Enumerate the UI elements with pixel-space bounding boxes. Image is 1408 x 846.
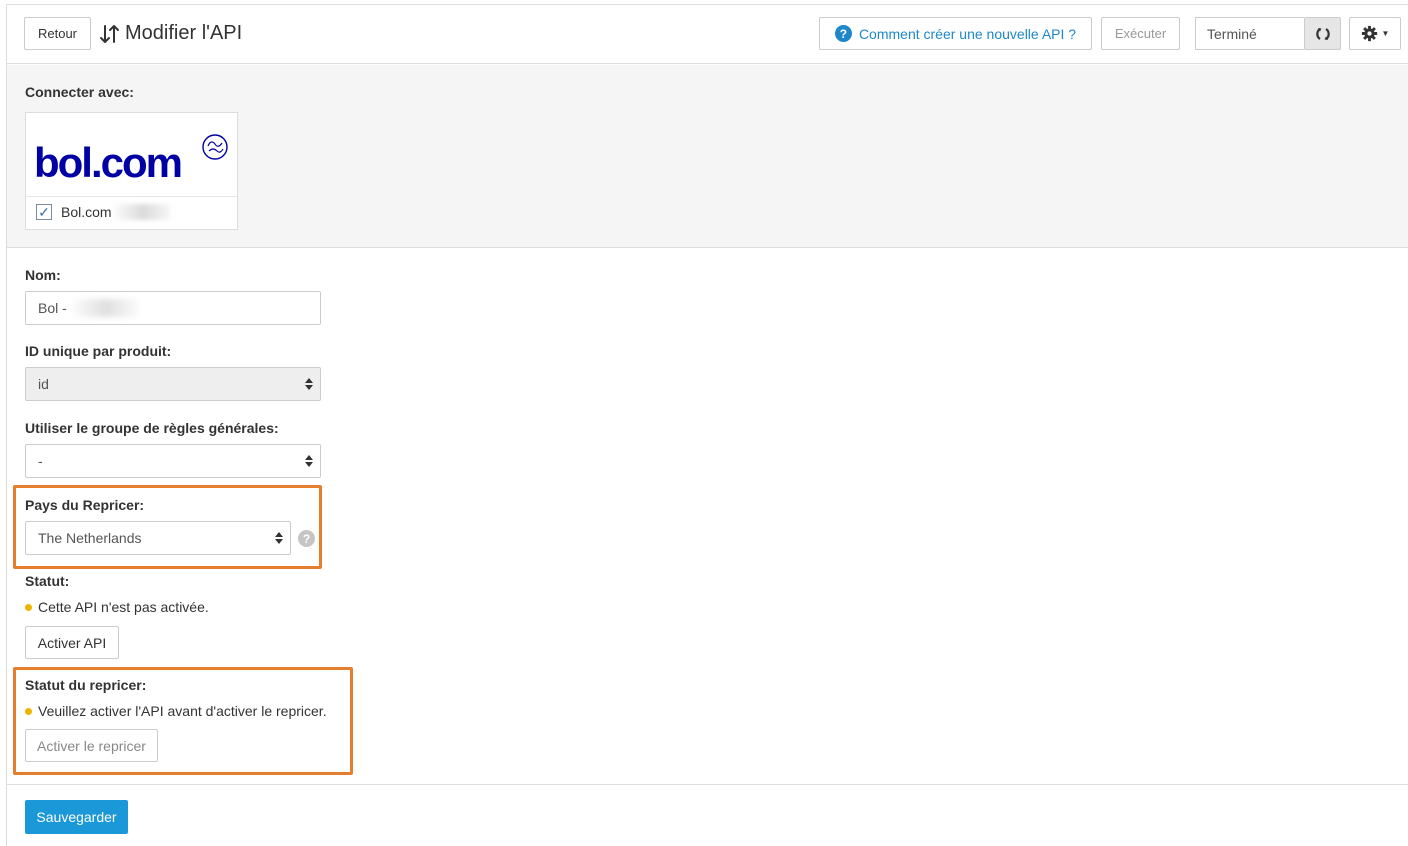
select-arrows-icon bbox=[305, 455, 313, 467]
repricer-status-text: Veuillez activer l'API avant d'activer l… bbox=[25, 703, 327, 719]
select-arrows-icon bbox=[305, 378, 313, 390]
connect-section: Connecter avec: bol.com ✓ Bol.com bbox=[7, 65, 1408, 248]
back-button[interactable]: Retour bbox=[24, 17, 91, 50]
help-create-api-label: Comment créer une nouvelle API ? bbox=[858, 25, 1077, 42]
channel-option-label: Bol.com bbox=[61, 204, 112, 220]
checkbox-checked[interactable]: ✓ bbox=[36, 204, 52, 220]
rule-group-select[interactable]: - bbox=[25, 444, 321, 478]
gear-icon bbox=[1361, 25, 1377, 42]
name-input[interactable]: Bol - bbox=[25, 291, 321, 325]
connect-label: Connecter avec: bbox=[25, 84, 134, 100]
repricer-country-select[interactable]: The Netherlands bbox=[25, 521, 291, 555]
status-dot-icon bbox=[25, 707, 32, 715]
footer-divider bbox=[7, 784, 1408, 785]
question-circle-icon[interactable]: ? bbox=[298, 530, 315, 547]
repricer-country-label: Pays du Repricer: bbox=[25, 497, 145, 513]
page-title-text: Modifier l'API bbox=[125, 22, 243, 44]
settings-dropdown-button[interactable]: ▼ bbox=[1349, 17, 1401, 50]
repricer-status-label: Statut du repricer: bbox=[25, 677, 147, 693]
page: Retour Modifier l'API ? Comment créer un… bbox=[6, 4, 1408, 846]
status-field: Terminé bbox=[1195, 17, 1304, 50]
help-create-api-button[interactable]: ? Comment créer une nouvelle API ? bbox=[819, 17, 1092, 50]
sort-arrows-icon bbox=[100, 24, 119, 43]
refresh-icon bbox=[1315, 27, 1330, 40]
logo-wordmark: bol.com bbox=[34, 139, 181, 186]
channel-option[interactable]: ✓ Bol.com bbox=[36, 204, 171, 220]
page-title: Modifier l'API bbox=[99, 22, 242, 45]
unique-id-label: ID unique par produit: bbox=[25, 343, 172, 359]
redacted-blur bbox=[114, 204, 171, 220]
api-status-message: Cette API n'est pas activée. bbox=[38, 599, 209, 615]
rule-group-select-value: - bbox=[38, 453, 43, 469]
activate-repricer-button[interactable]: Activer le repricer bbox=[25, 729, 158, 762]
channel-card-bol[interactable]: bol.com ✓ Bol.com bbox=[25, 112, 238, 230]
header-bar: Retour Modifier l'API ? Comment créer un… bbox=[7, 5, 1408, 64]
status-label: Statut: bbox=[25, 573, 70, 589]
refresh-button[interactable] bbox=[1304, 17, 1341, 50]
name-input-value: Bol - bbox=[38, 300, 67, 316]
repricer-status-message: Veuillez activer l'API avant d'activer l… bbox=[38, 703, 327, 719]
status-dot-icon bbox=[25, 603, 32, 611]
api-status-text: Cette API n'est pas activée. bbox=[25, 599, 209, 615]
unique-id-select-value: id bbox=[38, 376, 49, 392]
unique-id-select[interactable]: id bbox=[25, 367, 321, 401]
select-arrows-icon bbox=[275, 532, 283, 544]
repricer-country-select-value: The Netherlands bbox=[38, 530, 142, 546]
name-label: Nom: bbox=[25, 267, 61, 283]
rule-group-label: Utiliser le groupe de règles générales: bbox=[25, 420, 279, 436]
caret-down-icon: ▼ bbox=[1381, 29, 1390, 38]
bol-com-logo: bol.com bbox=[26, 113, 237, 197]
save-button[interactable]: Sauvegarder bbox=[25, 800, 128, 834]
question-circle-icon: ? bbox=[834, 25, 852, 42]
redacted-blur bbox=[72, 299, 139, 317]
execute-button[interactable]: Exécuter bbox=[1101, 17, 1180, 50]
activate-api-button[interactable]: Activer API bbox=[25, 626, 119, 659]
